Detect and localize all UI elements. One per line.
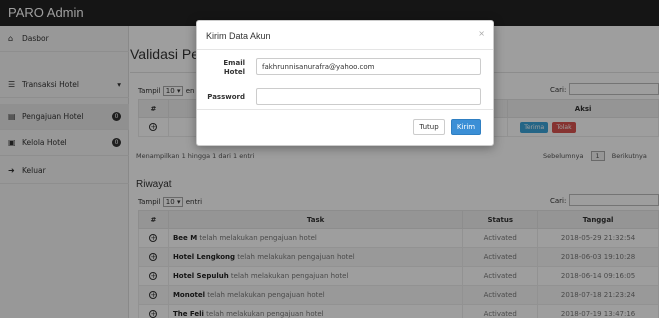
divider (197, 49, 493, 50)
send-button[interactable]: Kirim (451, 119, 481, 135)
email-field[interactable] (256, 58, 481, 75)
close-button[interactable]: Tutup (413, 119, 445, 135)
email-label-line: Email (223, 59, 245, 67)
send-account-dialog: Kirim Data Akun × Email Hotel Password T… (196, 20, 494, 146)
divider (197, 109, 493, 110)
dialog-title: Kirim Data Akun (206, 31, 271, 41)
hotel-label-line: Hotel (223, 68, 245, 76)
email-hotel-label: Email Hotel (205, 59, 245, 77)
close-icon[interactable]: × (478, 29, 485, 38)
password-label: Password (207, 93, 245, 101)
password-field[interactable] (256, 88, 481, 105)
